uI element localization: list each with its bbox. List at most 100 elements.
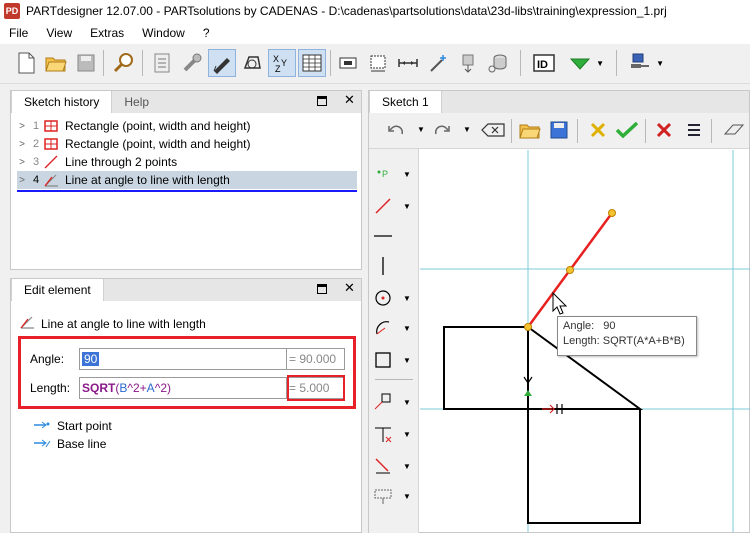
save-disk-icon [550, 121, 568, 139]
maximize-icon[interactable] [317, 282, 327, 297]
sketch-history-list: > 1 Rectangle (point, width and height) … [11, 115, 361, 265]
line-tool[interactable]: ▼ [369, 191, 417, 221]
menu-button[interactable] [687, 123, 701, 140]
edit-element-tabbar: Edit element ✕ [11, 279, 361, 301]
chevron-down-icon[interactable]: ▼ [596, 59, 604, 68]
menu-bar: File View Extras Window ? [0, 22, 750, 44]
chevron-right-icon[interactable]: > [15, 139, 29, 150]
edit-element-panel: Edit element ✕ Line at angle to line wit… [10, 278, 362, 533]
arc-icon [369, 318, 397, 338]
chevron-right-icon[interactable]: > [15, 175, 29, 186]
maximize-icon[interactable] [317, 94, 327, 109]
menu-help[interactable]: ? [194, 26, 219, 40]
table-button[interactable] [298, 49, 326, 77]
tab-edit-element[interactable]: Edit element [11, 279, 104, 301]
point-tool[interactable]: P ▼ [369, 159, 417, 189]
tab-help[interactable]: Help [112, 91, 161, 113]
chevron-down-icon[interactable]: ▼ [417, 125, 425, 134]
circle-tool[interactable]: ▼ [369, 283, 417, 313]
chevron-right-icon[interactable]: > [15, 121, 29, 132]
rectangle-tool[interactable]: ▼ [369, 345, 417, 375]
vertical-line-tool[interactable] [369, 251, 417, 281]
chevron-down-icon[interactable]: ▼ [403, 398, 411, 407]
chevron-down-icon[interactable]: ▼ [403, 492, 411, 501]
move-button[interactable] [454, 49, 482, 77]
menu-file[interactable]: File [0, 26, 37, 40]
backspace-button[interactable] [481, 123, 505, 140]
arc-tool[interactable]: ▼ [369, 313, 417, 343]
line-start-point[interactable] [524, 323, 532, 331]
save-file-button[interactable] [72, 49, 100, 77]
chevron-down-icon[interactable]: ▼ [403, 324, 411, 333]
search-button[interactable] [110, 49, 138, 77]
close-icon[interactable]: ✕ [344, 280, 355, 296]
menu-extras[interactable]: Extras [81, 26, 133, 40]
save-button[interactable] [549, 120, 569, 143]
component-button[interactable] [334, 49, 362, 77]
horizontal-line-tool[interactable] [369, 221, 417, 251]
list-item[interactable]: > 1 Rectangle (point, width and height) [11, 117, 351, 135]
trim-tool[interactable]: ▼ [369, 419, 417, 449]
close-icon[interactable]: ✕ [344, 92, 355, 108]
redo-button[interactable] [433, 122, 451, 141]
svg-text:Z: Z [275, 64, 281, 74]
sketch-tool-column: P ▼ ▼ ▼ ▼ ▼ ▼ ▼ ▼ ▼ [369, 149, 419, 533]
sketch-mode-button[interactable] [208, 49, 236, 77]
chevron-down-icon[interactable]: ▼ [403, 430, 411, 439]
variables-button[interactable]: XYZ [268, 49, 296, 77]
cylinder-button[interactable] [484, 49, 512, 77]
chevron-down-icon[interactable]: ▼ [403, 202, 411, 211]
function-token: SQRT [82, 381, 116, 395]
extend-tool[interactable]: ▼ [369, 451, 417, 481]
cancel-button[interactable] [655, 121, 673, 142]
element-title-row: Line at angle to line with length [19, 315, 206, 332]
row-label: Line at angle to line with length [65, 173, 230, 187]
color-button[interactable]: ▼ [566, 49, 604, 77]
magic-wand-button[interactable] [424, 49, 452, 77]
dimension-tool[interactable]: ▼ [369, 481, 417, 511]
toolbar-separator [103, 50, 104, 76]
chevron-down-icon[interactable]: ▼ [656, 59, 664, 68]
new-file-button[interactable] [12, 49, 40, 77]
accept-button[interactable] [615, 121, 639, 142]
chevron-right-icon[interactable]: > [15, 157, 29, 168]
chevron-down-icon[interactable]: ▼ [403, 356, 411, 365]
export-button[interactable]: ▼ [626, 49, 664, 77]
length-input[interactable]: SQRT(B^2+A^2) [79, 377, 287, 399]
transform-tool[interactable]: ▼ [369, 387, 417, 417]
line-end-point[interactable] [608, 209, 616, 217]
line-mid-point[interactable] [566, 266, 574, 274]
properties-button[interactable] [148, 49, 176, 77]
row-label: Rectangle (point, width and height) [65, 137, 251, 151]
shape-button[interactable] [238, 49, 266, 77]
open-file-button[interactable] [42, 49, 70, 77]
tab-sketch-history[interactable]: Sketch history [11, 91, 113, 113]
list-item[interactable]: > 3 Line through 2 points [11, 153, 351, 171]
chevron-down-icon[interactable]: ▼ [403, 294, 411, 303]
id-button[interactable]: ID [530, 49, 558, 77]
list-item-selected[interactable]: > 4 Line at angle to line with length [17, 171, 357, 189]
chevron-down-icon[interactable]: ▼ [403, 462, 411, 471]
folder-open-icon [45, 57, 67, 72]
reference-label: Base line [57, 437, 107, 451]
horizontal-line-icon [369, 226, 397, 246]
menu-window[interactable]: Window [133, 26, 194, 40]
undo-button[interactable] [387, 122, 405, 141]
arrow-line-icon [33, 437, 51, 451]
reference-start-point[interactable]: Start point [33, 419, 112, 433]
list-item[interactable]: > 2 Rectangle (point, width and height) [11, 135, 351, 153]
dimension-box-button[interactable] [364, 49, 392, 77]
angle-input[interactable]: 90 [79, 348, 287, 370]
chevron-down-icon[interactable]: ▼ [403, 170, 411, 179]
chevron-down-icon[interactable]: ▼ [463, 125, 471, 134]
tools-button[interactable] [178, 49, 206, 77]
open-button[interactable] [519, 120, 541, 143]
measure-button[interactable] [394, 49, 422, 77]
eraser-button[interactable] [723, 122, 745, 141]
tab-sketch-1[interactable]: Sketch 1 [369, 91, 442, 113]
tooltip-angle-label: Angle: [563, 320, 595, 332]
menu-view[interactable]: View [37, 26, 81, 40]
sketch-shape-lower[interactable] [527, 327, 641, 524]
reference-base-line[interactable]: Base line [33, 437, 106, 451]
delete-yellow-button[interactable] [589, 121, 607, 142]
